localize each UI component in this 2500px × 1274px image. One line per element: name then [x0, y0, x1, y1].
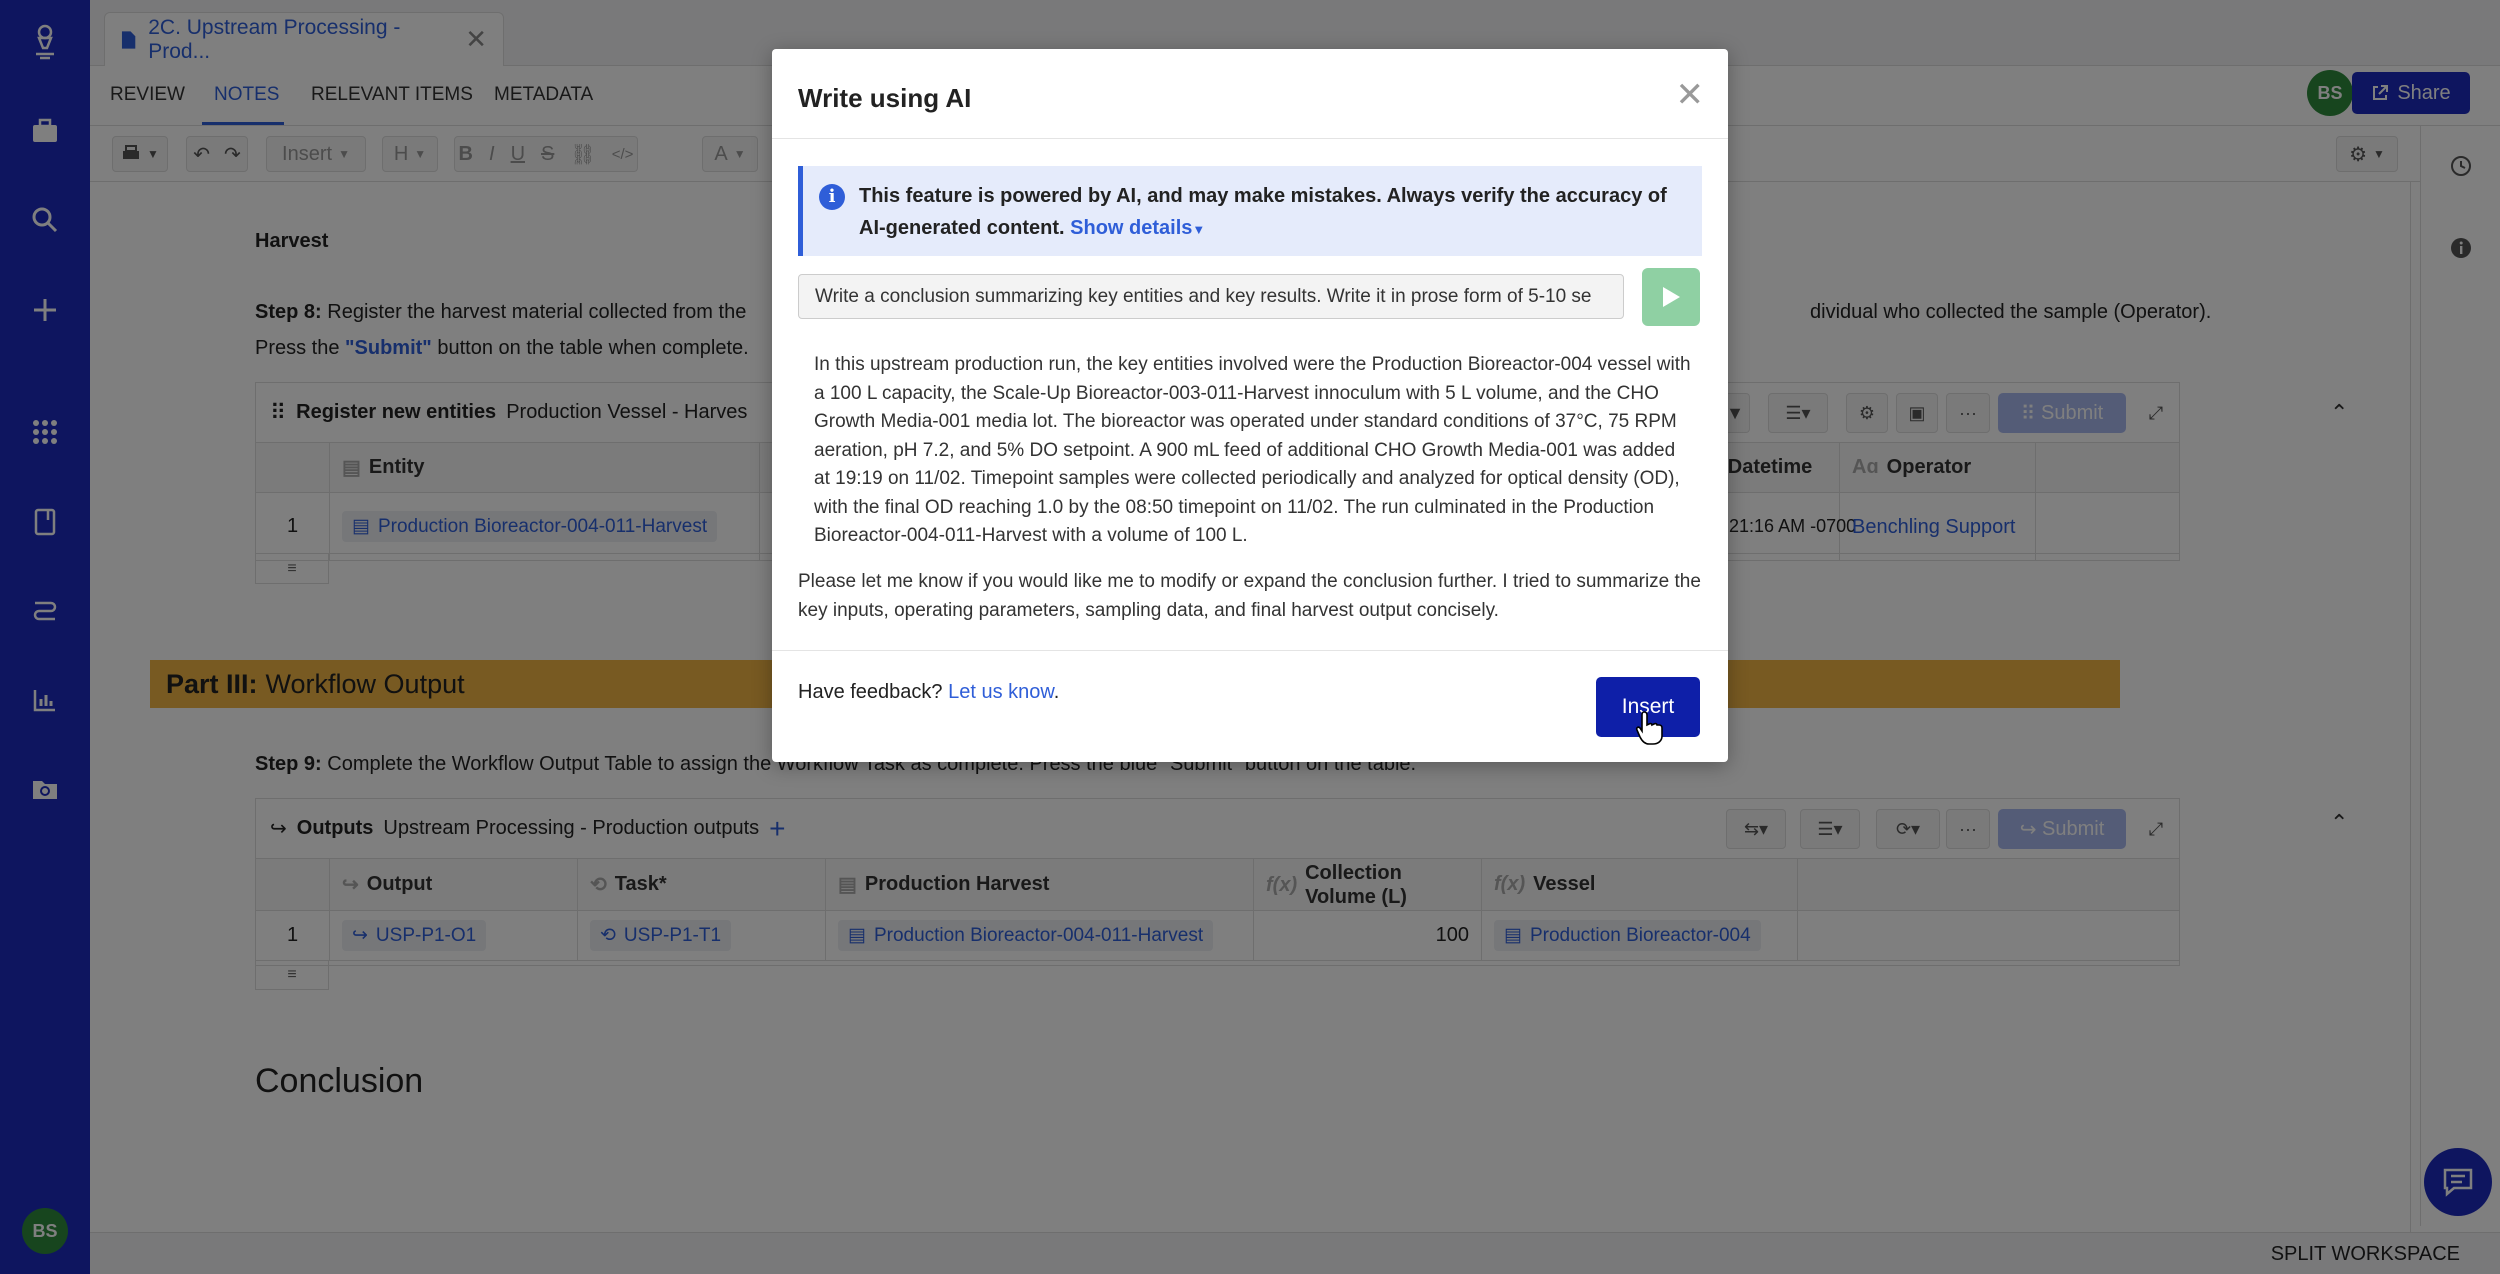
divider	[772, 138, 1728, 139]
ai-response-text: In this upstream production run, the key…	[814, 354, 1691, 546]
divider	[772, 650, 1728, 651]
hand-cursor-icon	[1635, 711, 1663, 745]
run-prompt-button[interactable]	[1642, 268, 1700, 326]
show-details-link[interactable]: Show details▼	[1070, 217, 1205, 239]
feedback-text: Have feedback? Let us know.	[798, 681, 1060, 703]
close-icon[interactable]: ✕	[1676, 75, 1705, 115]
feedback-link[interactable]: Let us know	[948, 681, 1054, 703]
alert-text: This feature is powered by AI, and may m…	[859, 185, 1667, 239]
dialog-title: Write using AI	[798, 83, 972, 113]
ai-disclaimer-alert: i This feature is powered by AI, and may…	[798, 166, 1702, 256]
play-icon	[1663, 287, 1680, 307]
caret-down-icon: ▼	[1192, 222, 1206, 237]
write-using-ai-dialog: Write using AI ✕ i This feature is power…	[772, 49, 1728, 762]
prompt-input[interactable]: Write a conclusion summarizing key entit…	[798, 274, 1624, 319]
info-icon: i	[819, 184, 845, 210]
ai-followup-text: Please let me know if you would like me …	[798, 571, 1701, 621]
